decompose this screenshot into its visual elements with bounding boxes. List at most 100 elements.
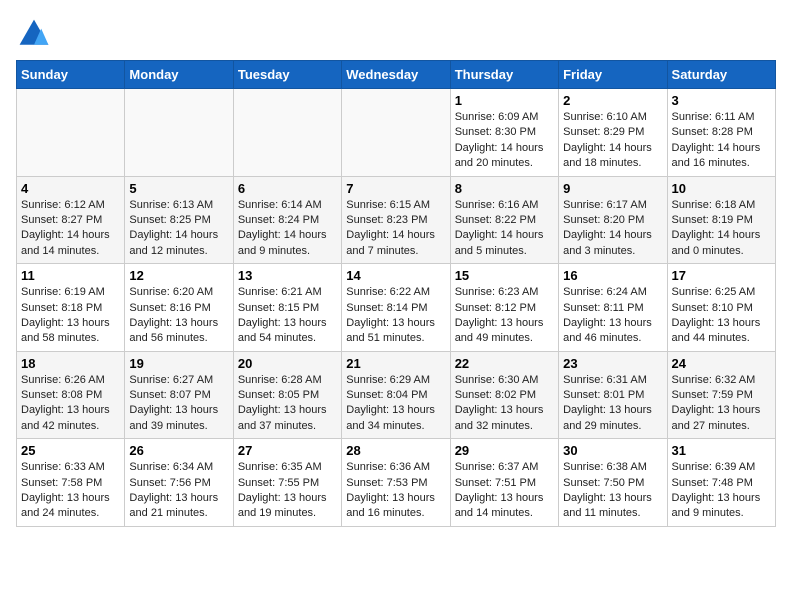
day-number: 13 — [238, 268, 337, 283]
calendar-cell: 2 Sunrise: 6:10 AMSunset: 8:29 PMDaylight… — [559, 89, 667, 177]
day-number: 4 — [21, 181, 120, 196]
day-number: 2 — [563, 93, 662, 108]
day-info: Sunrise: 6:20 AMSunset: 8:16 PMDaylight:… — [129, 285, 228, 347]
day-info: Sunrise: 6:38 AMSunset: 7:50 PMDaylight:… — [563, 460, 662, 522]
day-number: 10 — [672, 181, 771, 196]
weekday-header: Sunday — [17, 61, 125, 89]
day-info: Sunrise: 6:15 AMSunset: 8:23 PMDaylight:… — [346, 198, 445, 260]
day-info: Sunrise: 6:09 AMSunset: 8:30 PMDaylight:… — [455, 110, 554, 172]
calendar-cell: 15 Sunrise: 6:23 AMSunset: 8:12 PMDayligh… — [450, 264, 558, 352]
calendar-week-row: 1 Sunrise: 6:09 AMSunset: 8:30 PMDaylight… — [17, 89, 776, 177]
calendar-week-row: 25Sunrise: 6:33 AMSunset: 7:58 PMDayligh… — [17, 439, 776, 527]
day-info: Sunrise: 6:16 AMSunset: 8:22 PMDaylight:… — [455, 198, 554, 260]
day-info: Sunrise: 6:14 AMSunset: 8:24 PMDaylight:… — [238, 198, 337, 260]
day-info: Sunrise: 6:30 AMSunset: 8:02 PMDaylight:… — [455, 373, 554, 435]
calendar-cell: 25Sunrise: 6:33 AMSunset: 7:58 PMDayligh… — [17, 439, 125, 527]
day-number: 27 — [238, 443, 337, 458]
day-number: 29 — [455, 443, 554, 458]
calendar-cell: 20 Sunrise: 6:28 AMSunset: 8:05 PMDayligh… — [233, 351, 341, 439]
day-number: 24 — [672, 356, 771, 371]
day-number: 1 — [455, 93, 554, 108]
calendar-cell — [125, 89, 233, 177]
day-info: Sunrise: 6:36 AMSunset: 7:53 PMDaylight:… — [346, 460, 445, 522]
day-number: 17 — [672, 268, 771, 283]
day-info: Sunrise: 6:23 AMSunset: 8:12 PMDaylight:… — [455, 285, 554, 347]
calendar-cell — [342, 89, 450, 177]
calendar-cell: 26Sunrise: 6:34 AMSunset: 7:56 PMDayligh… — [125, 439, 233, 527]
calendar-cell: 13 Sunrise: 6:21 AMSunset: 8:15 PMDayligh… — [233, 264, 341, 352]
calendar-cell: 9 Sunrise: 6:17 AMSunset: 8:20 PMDaylight… — [559, 176, 667, 264]
day-number: 8 — [455, 181, 554, 196]
calendar-cell: 1 Sunrise: 6:09 AMSunset: 8:30 PMDaylight… — [450, 89, 558, 177]
calendar-cell: 4 Sunrise: 6:12 AMSunset: 8:27 PMDaylight… — [17, 176, 125, 264]
day-number: 14 — [346, 268, 445, 283]
day-number: 20 — [238, 356, 337, 371]
day-number: 22 — [455, 356, 554, 371]
calendar-cell: 11 Sunrise: 6:19 AMSunset: 8:18 PMDayligh… — [17, 264, 125, 352]
weekday-header: Monday — [125, 61, 233, 89]
day-number: 28 — [346, 443, 445, 458]
calendar-cell: 14Sunrise: 6:22 AMSunset: 8:14 PMDayligh… — [342, 264, 450, 352]
day-info: Sunrise: 6:31 AMSunset: 8:01 PMDaylight:… — [563, 373, 662, 435]
day-number: 23 — [563, 356, 662, 371]
calendar-week-row: 18Sunrise: 6:26 AMSunset: 8:08 PMDayligh… — [17, 351, 776, 439]
calendar-cell: 27Sunrise: 6:35 AMSunset: 7:55 PMDayligh… — [233, 439, 341, 527]
day-number: 11 — [21, 268, 120, 283]
calendar-cell: 3Sunrise: 6:11 AMSunset: 8:28 PMDaylight… — [667, 89, 775, 177]
day-number: 5 — [129, 181, 228, 196]
calendar: SundayMondayTuesdayWednesdayThursdayFrid… — [16, 60, 776, 527]
day-info: Sunrise: 6:18 AMSunset: 8:19 PMDaylight:… — [672, 198, 771, 260]
calendar-cell: 8 Sunrise: 6:16 AMSunset: 8:22 PMDaylight… — [450, 176, 558, 264]
day-info: Sunrise: 6:12 AMSunset: 8:27 PMDaylight:… — [21, 198, 120, 260]
day-info: Sunrise: 6:29 AMSunset: 8:04 PMDaylight:… — [346, 373, 445, 435]
day-number: 31 — [672, 443, 771, 458]
day-info: Sunrise: 6:25 AMSunset: 8:10 PMDaylight:… — [672, 285, 771, 347]
day-info: Sunrise: 6:10 AMSunset: 8:29 PMDaylight:… — [563, 110, 662, 172]
day-number: 16 — [563, 268, 662, 283]
day-info: Sunrise: 6:13 AMSunset: 8:25 PMDaylight:… — [129, 198, 228, 260]
day-number: 30 — [563, 443, 662, 458]
calendar-cell: 28 Sunrise: 6:36 AMSunset: 7:53 PMDayligh… — [342, 439, 450, 527]
day-info: Sunrise: 6:19 AMSunset: 8:18 PMDaylight:… — [21, 285, 120, 347]
day-info: Sunrise: 6:28 AMSunset: 8:05 PMDaylight:… — [238, 373, 337, 435]
day-number: 15 — [455, 268, 554, 283]
day-info: Sunrise: 6:34 AMSunset: 7:56 PMDaylight:… — [129, 460, 228, 522]
day-number: 6 — [238, 181, 337, 196]
day-number: 21 — [346, 356, 445, 371]
calendar-cell: 21 Sunrise: 6:29 AMSunset: 8:04 PMDayligh… — [342, 351, 450, 439]
day-info: Sunrise: 6:32 AMSunset: 7:59 PMDaylight:… — [672, 373, 771, 435]
day-info: Sunrise: 6:21 AMSunset: 8:15 PMDaylight:… — [238, 285, 337, 347]
weekday-header: Tuesday — [233, 61, 341, 89]
calendar-cell: 7 Sunrise: 6:15 AMSunset: 8:23 PMDaylight… — [342, 176, 450, 264]
day-info: Sunrise: 6:27 AMSunset: 8:07 PMDaylight:… — [129, 373, 228, 435]
weekday-header: Friday — [559, 61, 667, 89]
weekday-header: Wednesday — [342, 61, 450, 89]
header — [16, 16, 776, 52]
day-info: Sunrise: 6:39 AMSunset: 7:48 PMDaylight:… — [672, 460, 771, 522]
day-info: Sunrise: 6:33 AMSunset: 7:58 PMDaylight:… — [21, 460, 120, 522]
calendar-cell — [233, 89, 341, 177]
calendar-header-row: SundayMondayTuesdayWednesdayThursdayFrid… — [17, 61, 776, 89]
day-info: Sunrise: 6:37 AMSunset: 7:51 PMDaylight:… — [455, 460, 554, 522]
day-info: Sunrise: 6:11 AMSunset: 8:28 PMDaylight:… — [672, 110, 771, 172]
day-info: Sunrise: 6:24 AMSunset: 8:11 PMDaylight:… — [563, 285, 662, 347]
calendar-cell: 6 Sunrise: 6:14 AMSunset: 8:24 PMDaylight… — [233, 176, 341, 264]
weekday-header: Saturday — [667, 61, 775, 89]
calendar-cell: 17 Sunrise: 6:25 AMSunset: 8:10 PMDayligh… — [667, 264, 775, 352]
calendar-cell: 16 Sunrise: 6:24 AMSunset: 8:11 PMDayligh… — [559, 264, 667, 352]
calendar-cell: 30 Sunrise: 6:38 AMSunset: 7:50 PMDayligh… — [559, 439, 667, 527]
day-number: 7 — [346, 181, 445, 196]
day-info: Sunrise: 6:17 AMSunset: 8:20 PMDaylight:… — [563, 198, 662, 260]
calendar-cell: 10 Sunrise: 6:18 AMSunset: 8:19 PMDayligh… — [667, 176, 775, 264]
day-number: 9 — [563, 181, 662, 196]
calendar-cell: 5 Sunrise: 6:13 AMSunset: 8:25 PMDaylight… — [125, 176, 233, 264]
logo — [16, 16, 56, 52]
calendar-cell — [17, 89, 125, 177]
calendar-cell: 24 Sunrise: 6:32 AMSunset: 7:59 PMDayligh… — [667, 351, 775, 439]
calendar-cell: 19 Sunrise: 6:27 AMSunset: 8:07 PMDayligh… — [125, 351, 233, 439]
calendar-cell: 22 Sunrise: 6:30 AMSunset: 8:02 PMDayligh… — [450, 351, 558, 439]
calendar-cell: 31 Sunrise: 6:39 AMSunset: 7:48 PMDayligh… — [667, 439, 775, 527]
day-number: 19 — [129, 356, 228, 371]
calendar-cell: 12Sunrise: 6:20 AMSunset: 8:16 PMDayligh… — [125, 264, 233, 352]
weekday-header: Thursday — [450, 61, 558, 89]
